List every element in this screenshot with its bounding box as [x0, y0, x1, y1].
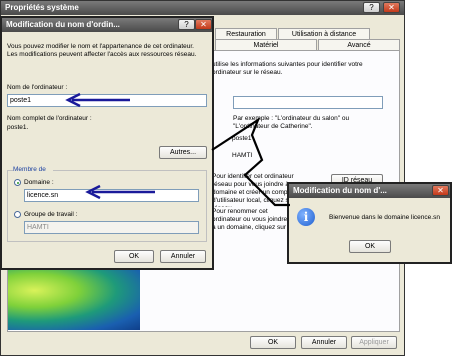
more-button[interactable]: Autres...: [159, 146, 207, 159]
rename-dialog: Modification du nom d'ordin... ? ✕ Vous …: [0, 16, 214, 270]
workgroup-label: Groupe de travail :: [24, 211, 78, 218]
info-icon: i: [297, 208, 315, 226]
computer-name-label: Nom de l'ordinateur :: [7, 84, 68, 91]
welcome-title-bar: Modification du nom d'...: [289, 184, 450, 198]
main-cancel-button[interactable]: Annuler: [301, 336, 347, 349]
domain-input[interactable]: licence.sn: [24, 189, 199, 202]
welcome-ok-button[interactable]: OK: [349, 240, 391, 253]
rename-title: Modification du nom d'ordin...: [6, 20, 120, 29]
tab-remote[interactable]: Utilisation à distance: [278, 28, 370, 39]
description-field[interactable]: [233, 96, 383, 109]
intro-text: utilise les informations suivantes pour …: [212, 61, 363, 76]
rename-help-button[interactable]: ?: [178, 19, 195, 30]
workgroup-radio[interactable]: [14, 211, 21, 218]
rename-ok-button[interactable]: OK: [114, 250, 154, 263]
tab-advanced[interactable]: Avancé: [318, 39, 400, 50]
rename-text: Pour renommer cet ordinateur ou vous joi…: [212, 208, 288, 231]
main-title-bar: Propriétés système: [1, 1, 404, 15]
workgroup-input[interactable]: HAMTI: [24, 221, 199, 234]
welcome-title: Modification du nom d'...: [293, 186, 387, 195]
domain-label: Domaine :: [24, 179, 54, 186]
full-name-label: Nom complet de l'ordinateur :: [7, 115, 92, 122]
rename-close-button[interactable]: ✕: [195, 19, 212, 30]
hamti-fragment: HAMTI: [232, 152, 253, 159]
tab-restauration[interactable]: Restauration automatiques: [215, 28, 277, 49]
help-button[interactable]: ?: [363, 2, 380, 13]
rename-cancel-button[interactable]: Annuler: [160, 250, 206, 263]
welcome-message: Bienvenue dans le domaine licence.sn: [329, 214, 440, 221]
welcome-close-button[interactable]: ✕: [432, 185, 449, 196]
full-name-value: poste1.: [7, 124, 29, 131]
tab-hardware[interactable]: Matériel: [215, 39, 317, 50]
welcome-dialog: Modification du nom d'... ✕ i Bienvenue …: [287, 182, 452, 264]
main-title: Propriétés système: [5, 3, 79, 12]
apply-button[interactable]: Appliquer: [351, 336, 397, 349]
rename-intro: Vous pouvez modifier le nom et l'apparte…: [7, 43, 197, 58]
example-text: Par exemple : "L'ordinateur du salon" ou…: [233, 115, 350, 130]
computer-name-input[interactable]: poste1: [7, 94, 207, 107]
main-ok-button[interactable]: OK: [250, 336, 296, 349]
poste-fragment: poste1: [232, 135, 252, 142]
domain-radio[interactable]: [14, 179, 21, 186]
close-button[interactable]: ✕: [383, 2, 400, 13]
windows-logo-image: [8, 264, 140, 330]
member-of-label: Membre de: [13, 166, 53, 174]
